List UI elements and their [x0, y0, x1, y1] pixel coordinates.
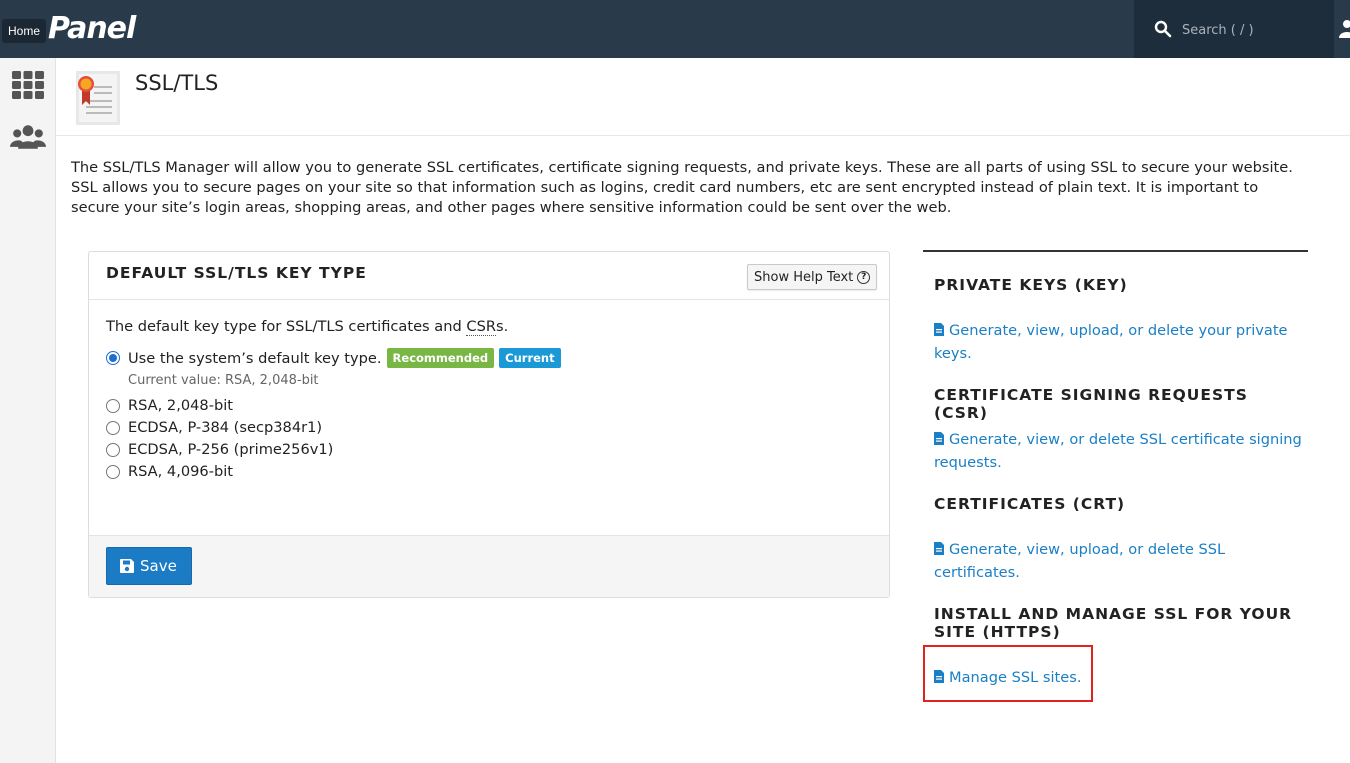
highlight-box	[923, 645, 1093, 702]
panel-title: DEFAULT SSL/TLS KEY TYPE	[106, 264, 367, 282]
save-label: Save	[140, 557, 177, 575]
radio-rsa-4096[interactable]	[106, 464, 120, 479]
users-icon	[10, 125, 46, 149]
option-label: RSA, 2,048-bit	[128, 397, 234, 414]
grid-icon	[12, 71, 44, 99]
floppy-disk-icon	[120, 559, 134, 573]
search-icon	[1154, 20, 1172, 38]
option-label: ECDSA, P-384 (secp384r1)	[128, 419, 323, 436]
page-header: SSL/TLS	[56, 58, 1350, 136]
section-title-csr: CERTIFICATE SIGNING REQUESTS (CSR)	[934, 386, 1248, 422]
search-input[interactable]	[1182, 19, 1322, 41]
link-private-keys[interactable]: Generate, view, upload, or delete your p…	[934, 319, 1304, 365]
page-title: SSL/TLS	[135, 71, 219, 95]
link-certificates[interactable]: Generate, view, upload, or delete SSL ce…	[934, 538, 1304, 584]
description-prefix: The default key type for SSL/TLS certifi…	[106, 318, 467, 335]
recommended-badge: Recommended	[386, 348, 495, 368]
section-title-install-manage: INSTALL AND MANAGE SSL FOR YOUR SITE (HT…	[934, 605, 1293, 641]
top-navigation-bar: Panel Home	[0, 0, 1350, 58]
current-badge: Current	[499, 348, 561, 368]
certificate-icon	[76, 71, 120, 125]
panel-header: DEFAULT SSL/TLS KEY TYPE Show Help Text …	[89, 252, 889, 300]
option-system-default[interactable]: Use the system’s default key type. Recom…	[106, 348, 561, 368]
option-ecdsa-p384[interactable]: ECDSA, P-384 (secp384r1)	[106, 419, 322, 436]
panel-footer: Save	[89, 535, 889, 597]
radio-ecdsa-p384[interactable]	[106, 420, 120, 435]
section-title-certificates: CERTIFICATES (CRT)	[934, 495, 1126, 513]
question-circle-icon: ?	[857, 270, 871, 284]
radio-ecdsa-p256[interactable]	[106, 442, 120, 457]
panel-body: The default key type for SSL/TLS certifi…	[89, 300, 889, 536]
help-button-label: Show Help Text	[754, 269, 854, 285]
sidebar-item-users[interactable]	[10, 120, 46, 154]
current-value-text: Current value: RSA, 2,048-bit	[128, 373, 319, 388]
option-label: RSA, 4,096-bit	[128, 463, 234, 480]
csr-abbreviation[interactable]: CSR	[466, 318, 496, 336]
option-rsa-4096[interactable]: RSA, 4,096-bit	[106, 463, 233, 480]
ssl-sections-column: PRIVATE KEYS (KEY) Generate, view, uploa…	[923, 250, 1308, 686]
intro-text: The SSL/TLS Manager will allow you to ge…	[71, 159, 1293, 216]
option-label: Use the system’s default key type.	[128, 349, 382, 367]
file-icon	[934, 323, 944, 336]
key-type-description: The default key type for SSL/TLS certifi…	[106, 318, 509, 336]
link-text: Generate, view, upload, or delete SSL ce…	[934, 541, 1226, 581]
key-type-panel: DEFAULT SSL/TLS KEY TYPE Show Help Text …	[88, 251, 890, 598]
link-text: Generate, view, or delete SSL certificat…	[934, 431, 1302, 471]
sidebar	[0, 58, 56, 763]
sidebar-item-tools[interactable]	[10, 68, 46, 102]
option-ecdsa-p256[interactable]: ECDSA, P-256 (prime256v1)	[106, 441, 333, 458]
save-button[interactable]: Save	[106, 547, 192, 585]
link-text: Generate, view, upload, or delete your p…	[934, 322, 1288, 362]
show-help-text-button[interactable]: Show Help Text ?	[747, 264, 878, 290]
radio-rsa-2048[interactable]	[106, 398, 120, 413]
link-csr[interactable]: Generate, view, or delete SSL certificat…	[934, 428, 1304, 474]
search-box[interactable]	[1134, 0, 1334, 58]
file-icon	[934, 432, 944, 445]
option-rsa-2048[interactable]: RSA, 2,048-bit	[106, 397, 233, 414]
description-suffix: s.	[496, 318, 509, 335]
option-label: ECDSA, P-256 (prime256v1)	[128, 441, 334, 458]
file-icon	[934, 542, 944, 555]
user-icon[interactable]	[1338, 18, 1350, 38]
radio-system-default[interactable]	[106, 351, 120, 365]
section-title-private-keys: PRIVATE KEYS (KEY)	[934, 276, 1128, 294]
cpanel-logo[interactable]: Panel	[48, 12, 136, 46]
home-tooltip: Home	[2, 19, 47, 43]
